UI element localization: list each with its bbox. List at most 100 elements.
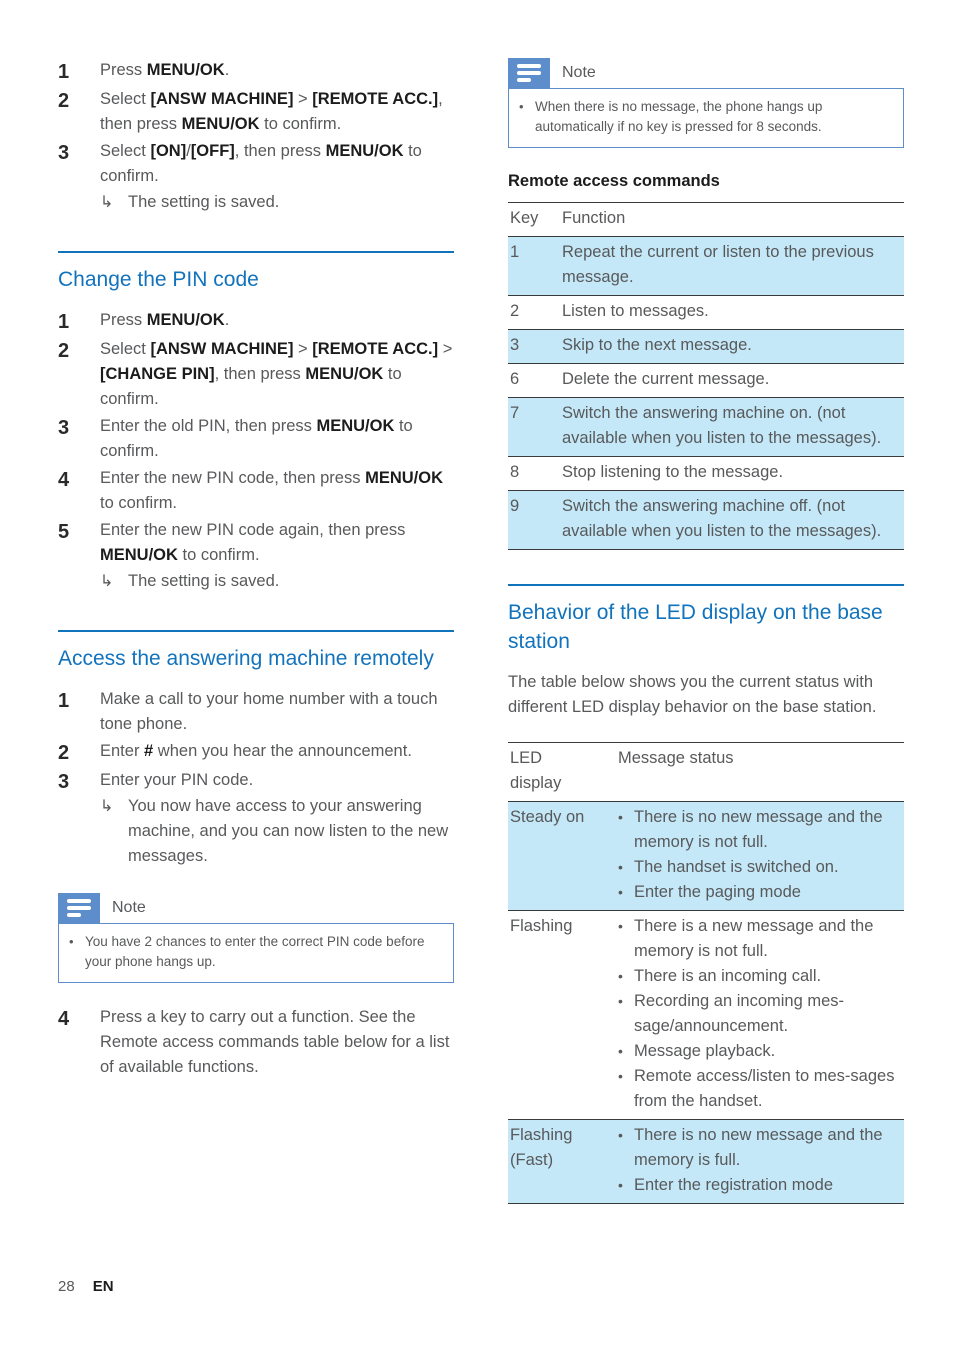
column-header-message-status: Message status (616, 742, 904, 802)
table-body: Steady on • There is no new message and th… (508, 801, 904, 1204)
bullet-text: There is no new message and the memory i… (634, 1126, 883, 1169)
step-text: Enter your PIN code. ↳ You now have access… (100, 768, 454, 869)
bullet-icon: • (618, 884, 623, 900)
step-item: 4 Press a key to carry out a function. Se… (58, 1005, 454, 1080)
table-remote-access-commands: Key Function 1 Repeat the current or list… (508, 202, 904, 550)
step-text: Enter the new PIN code, then press MENU/… (100, 469, 443, 512)
step-item: 1 Make a call to your home number with a … (58, 687, 454, 737)
cell-message-status: • There is no new message and the memory … (616, 1120, 904, 1204)
section-heading-remote-access: Access the answering machine remotely (58, 647, 434, 670)
bullet-text: The handset is switched on. (634, 858, 839, 876)
table-row: Steady on • There is no new message and th… (508, 801, 904, 911)
cell-key: 1 (510, 243, 520, 261)
bullet-item: • Message playback. (618, 1039, 904, 1064)
table-row: 7 Switch the answering machine on. (not a… (508, 397, 904, 457)
note-item: • You have 2 chances to enter the correct… (69, 932, 443, 972)
result-arrow-icon: ↳ (100, 798, 114, 815)
step-list-remote-access: 1 Make a call to your home number with a … (58, 687, 454, 869)
step-item: 5 Enter the new PIN code again, then pres… (58, 518, 454, 594)
step-list-remote-access-continued: 4 Press a key to carry out a function. Se… (58, 1005, 454, 1080)
bullet-icon: • (618, 993, 623, 1009)
step-item: 2 Select [ANSW MACHINE] > [REMOTE ACC.] >… (58, 337, 454, 412)
table-row: 2 Listen to messages. (508, 296, 904, 330)
bullet-icon: • (618, 859, 623, 875)
bullet-item: • Enter the paging mode (618, 880, 904, 905)
cell-message-status: • There is a new message and the memory i… (616, 911, 904, 1120)
bullet-icon: • (519, 99, 524, 114)
cell-key: 7 (510, 404, 520, 422)
step-text: Make a call to your home number with a t… (100, 690, 438, 733)
note-box-left: Note • You have 2 chances to enter the co… (58, 893, 454, 983)
bullet-text: There is a new message and the memory is… (634, 917, 874, 960)
step-item: 3 Enter the old PIN, then press MENU/OK t… (58, 414, 454, 464)
note-body: • When there is no message, the phone han… (508, 88, 904, 148)
note-item: • When there is no message, the phone han… (519, 97, 893, 137)
step-item: 2 Select [ANSW MACHINE] > [REMOTE ACC.], … (58, 87, 454, 137)
step-result: ↳ The setting is saved. (100, 190, 454, 215)
note-title: Note (562, 64, 596, 81)
step-number: 3 (58, 417, 70, 439)
bullet-item: • There is no new message and the memory … (618, 1123, 904, 1173)
bullet-icon: • (618, 1068, 623, 1084)
note-title: Note (112, 899, 146, 916)
step-text: Enter the new PIN code again, then press… (100, 518, 454, 594)
bullet-icon: • (618, 809, 623, 825)
table-row: Flashing • There is a new message and the … (508, 911, 904, 1120)
bullet-list: • There is a new message and the memory i… (618, 914, 904, 1114)
table-led-display-behavior: LED display Message status Steady on • Ther… (508, 742, 904, 1204)
step-list-change-pin: 1 Press MENU/OK. 2 Select [ANSW MACHINE] > … (58, 308, 454, 594)
step-number: 2 (58, 742, 70, 764)
step-item: 1 Press MENU/OK. (58, 58, 454, 85)
left-column: 1 Press MENU/OK. 2 Select [ANSW MACHINE] > … (58, 58, 454, 1082)
cell-led-display: Flashing (Fast) (510, 1126, 573, 1169)
cell-key: 6 (510, 370, 520, 388)
cell-led-display: Steady on (510, 808, 585, 826)
step-text: Press MENU/OK. (100, 311, 230, 329)
bullet-text: Recording an incoming mes-sage/announcem… (634, 992, 845, 1035)
bullet-icon: • (618, 1127, 623, 1143)
bullet-item: • Recording an incoming mes-sage/announce… (618, 989, 904, 1039)
cell-key: 2 (510, 302, 520, 320)
step-item: 2 Enter # when you hear the announcement. (58, 739, 454, 766)
bullet-text: There is no new message and the memory i… (634, 808, 883, 851)
cell-key: 9 (510, 497, 520, 515)
note-item-text: You have 2 chances to enter the correct … (85, 934, 425, 969)
step-item: 3 Enter your PIN code. ↳ You now have acces… (58, 768, 454, 869)
bullet-icon: • (618, 918, 623, 934)
step-text: Enter # when you hear the announcement. (100, 742, 412, 760)
cell-function: Listen to messages. (562, 302, 709, 320)
cell-function: Switch the answering machine on. (not av… (562, 404, 882, 447)
step-number: 1 (58, 690, 70, 712)
note-header: Note (508, 58, 904, 88)
step-text: Press a key to carry out a function. See… (100, 1008, 450, 1076)
step-number: 2 (58, 340, 70, 362)
bullet-item: • There is no new message and the memory … (618, 805, 904, 855)
bullet-item: • There is an incoming call. (618, 964, 904, 989)
bullet-icon: • (618, 1043, 623, 1059)
cell-function: Delete the current message. (562, 370, 770, 388)
table-header-row: LED display Message status (508, 742, 904, 802)
step-number: 3 (58, 771, 70, 793)
step-number: 4 (58, 469, 70, 491)
table-row: 3 Skip to the next message. (508, 329, 904, 364)
column-header-led-display: LED display (508, 742, 616, 802)
cell-function: Skip to the next message. (562, 336, 752, 354)
step-item: 1 Press MENU/OK. (58, 308, 454, 335)
note-box-right: Note • When there is no message, the phon… (508, 58, 904, 148)
step-text: Select [ANSW MACHINE] > [REMOTE ACC.] > … (100, 340, 453, 408)
result-text: The setting is saved. (128, 193, 280, 211)
bullet-text: Enter the paging mode (634, 883, 801, 901)
step-result: ↳ The setting is saved. (100, 569, 454, 594)
table-row: 9 Switch the answering machine off. (not … (508, 490, 904, 550)
table-row: 1 Repeat the current or listen to the pre… (508, 236, 904, 296)
step-item: 4 Enter the new PIN code, then press MENU… (58, 466, 454, 516)
step-text: Enter the old PIN, then press MENU/OK to… (100, 417, 413, 460)
note-lines-icon (508, 58, 550, 88)
note-header: Note (58, 893, 454, 923)
bullet-text: Remote access/listen to mes-sages from t… (634, 1067, 895, 1110)
step-number: 1 (58, 311, 70, 333)
bullet-text: Message playback. (634, 1042, 776, 1060)
